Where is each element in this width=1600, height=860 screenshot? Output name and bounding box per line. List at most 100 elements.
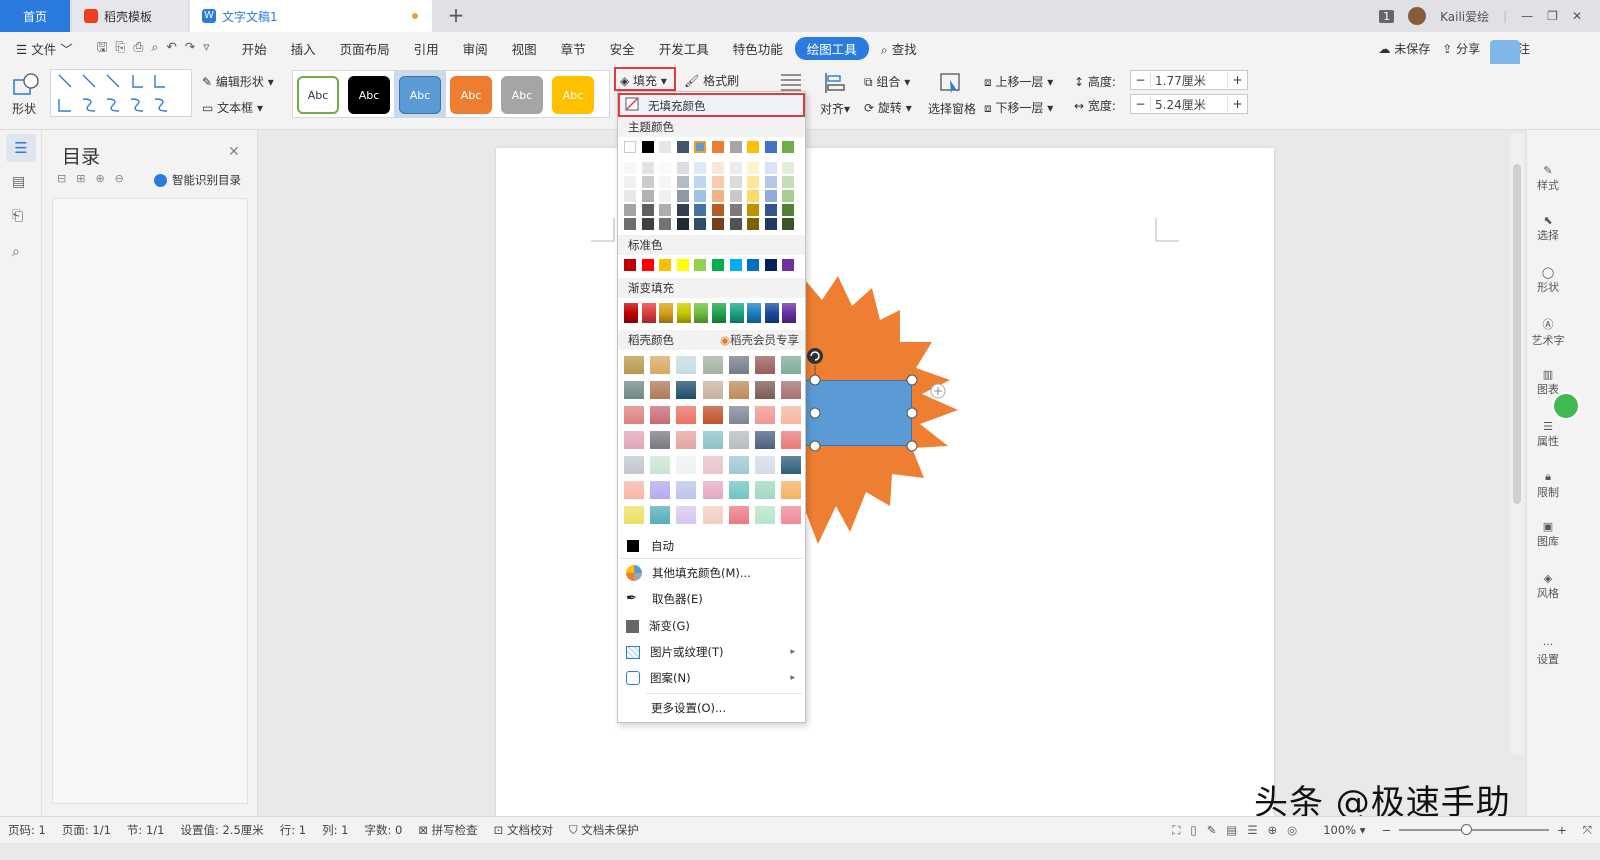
daoke-color-swatch[interactable] <box>676 406 697 424</box>
tab-home[interactable]: 首页 <box>0 0 70 32</box>
theme-shade-swatch[interactable] <box>712 162 724 174</box>
gradient-item[interactable]: 渐变(G) <box>618 614 805 638</box>
status-section[interactable]: 节: 1/1 <box>119 822 173 838</box>
theme-shade-swatch[interactable] <box>659 176 672 188</box>
minimize-icon[interactable]: — <box>1521 9 1533 23</box>
theme-color-swatch[interactable] <box>694 141 707 153</box>
standard-color-swatch[interactable] <box>729 259 742 271</box>
theme-color-swatch[interactable] <box>712 141 724 153</box>
status-pages[interactable]: 页面: 1/1 <box>54 822 119 838</box>
daoke-color-swatch[interactable] <box>624 431 644 449</box>
zoom-in-icon[interactable]: + <box>1549 823 1575 837</box>
theme-color-swatch[interactable] <box>747 141 760 153</box>
menu-insert[interactable]: 插入 <box>279 39 328 58</box>
width-value[interactable]: 5.24厘米 <box>1151 96 1227 113</box>
toc-nav-icon[interactable]: ☰ <box>6 134 36 162</box>
daoke-color-swatch[interactable] <box>755 481 775 499</box>
remove-level-icon[interactable]: ⊖ <box>115 172 124 185</box>
gradient-fill-swatch[interactable] <box>676 303 691 323</box>
align-icon[interactable] <box>824 72 846 94</box>
textbox-button[interactable]: ▭ 文本框 ▾ <box>202 99 263 116</box>
daoke-color-swatch[interactable] <box>650 381 671 399</box>
user-name[interactable]: Kaili爱绘 <box>1440 8 1489 25</box>
menu-page-layout[interactable]: 页面布局 <box>328 39 402 58</box>
status-words[interactable]: 字数: 0 <box>357 822 411 838</box>
theme-shade-swatch[interactable] <box>694 218 707 230</box>
theme-shade-swatch[interactable] <box>764 190 777 202</box>
smart-toc-button[interactable]: 智能识别目录 <box>154 172 241 188</box>
daoke-color-swatch[interactable] <box>702 381 723 399</box>
theme-shade-swatch[interactable] <box>624 162 636 174</box>
daoke-color-swatch[interactable] <box>781 481 802 499</box>
theme-shade-swatch[interactable] <box>764 176 777 188</box>
theme-shade-swatch[interactable] <box>694 190 707 202</box>
tab-daoke-templates[interactable]: 稻壳模板 <box>72 0 188 32</box>
height-field[interactable]: − 1.77厘米 + <box>1130 70 1248 90</box>
gradient-fill-swatch[interactable] <box>764 303 779 323</box>
menu-find[interactable]: ⌕ 查找 <box>869 39 929 58</box>
theme-shade-swatch[interactable] <box>764 162 777 174</box>
theme-shade-swatch[interactable] <box>641 162 654 174</box>
zoom-slider[interactable] <box>1399 824 1550 835</box>
no-fill-item[interactable] <box>618 93 805 117</box>
rail-theme[interactable]: ◈ 风格 <box>1530 572 1566 601</box>
scrollbar-thumb[interactable] <box>1513 164 1521 504</box>
auto-color-item[interactable]: 自动 <box>618 534 805 558</box>
more-fill-colors-item[interactable]: 其他填充颜色(M)... <box>618 561 805 585</box>
daoke-color-swatch[interactable] <box>676 456 697 474</box>
format-brush-button[interactable]: 🖌 格式刷 <box>684 72 739 89</box>
gradient-fill-swatch[interactable] <box>641 303 656 323</box>
eyedropper-item[interactable]: ✒ 取色器(E) <box>618 587 805 611</box>
zoom-level[interactable]: 100% ▾ <box>1315 823 1373 837</box>
theme-shade-swatch[interactable] <box>747 162 760 174</box>
daoke-color-swatch[interactable] <box>755 506 775 524</box>
daoke-color-swatch[interactable] <box>650 431 671 449</box>
height-value[interactable]: 1.77厘米 <box>1151 72 1227 89</box>
theme-color-swatch[interactable] <box>764 141 777 153</box>
theme-shade-swatch[interactable] <box>676 204 689 216</box>
daoke-color-swatch[interactable] <box>676 381 697 399</box>
daoke-color-swatch[interactable] <box>728 431 749 449</box>
daoke-color-swatch[interactable] <box>624 506 644 524</box>
group-button[interactable]: ⧉ 组合 ▾ <box>864 73 910 90</box>
standard-color-swatch[interactable] <box>747 259 760 271</box>
theme-shade-swatch[interactable] <box>782 190 795 202</box>
daoke-color-swatch[interactable] <box>676 431 697 449</box>
collapse-icon[interactable]: ⊞ <box>76 172 85 185</box>
bring-forward-button[interactable]: ⧈ 上移一层 ▾ <box>984 73 1053 90</box>
theme-shade-swatch[interactable] <box>624 204 636 216</box>
file-menu[interactable]: ☰ 文件 ﹀ <box>0 39 85 58</box>
theme-shade-swatch[interactable] <box>782 162 795 174</box>
theme-shade-swatch[interactable] <box>729 204 742 216</box>
more-settings-item[interactable]: 更多设置(O)... <box>618 696 805 720</box>
daoke-color-swatch[interactable] <box>781 456 802 474</box>
select-pane-icon[interactable] <box>940 72 962 94</box>
daoke-color-swatch[interactable] <box>676 481 697 499</box>
daoke-color-swatch[interactable] <box>728 406 749 424</box>
theme-shade-swatch[interactable] <box>659 162 672 174</box>
theme-shade-swatch[interactable] <box>729 190 742 202</box>
tab-document[interactable]: W 文字文稿1 <box>190 0 432 32</box>
edit-shape-button[interactable]: ✎ 编辑形状 ▾ <box>202 73 274 90</box>
daoke-color-swatch[interactable] <box>755 381 775 399</box>
new-tab-button[interactable]: + <box>446 5 466 26</box>
theme-shade-swatch[interactable] <box>641 204 654 216</box>
daoke-color-swatch[interactable] <box>728 381 749 399</box>
theme-shade-swatch[interactable] <box>641 176 654 188</box>
zoom-out-icon[interactable]: − <box>1374 823 1400 837</box>
menu-drawing-tools[interactable]: 绘图工具 <box>794 36 869 60</box>
daoke-color-swatch[interactable] <box>624 456 644 474</box>
select-pane-button[interactable]: 选择窗格 <box>928 100 976 117</box>
style-black[interactable]: Abc <box>348 76 390 114</box>
width-minus-button[interactable]: − <box>1131 97 1151 111</box>
add-level-icon[interactable]: ⊕ <box>95 172 104 185</box>
width-field[interactable]: − 5.24厘米 + <box>1130 94 1248 114</box>
vertical-scrollbar[interactable] <box>1510 134 1524 754</box>
style-blue[interactable]: Abc <box>399 76 441 114</box>
theme-shade-swatch[interactable] <box>747 204 760 216</box>
menu-view[interactable]: 视图 <box>500 39 549 58</box>
daoke-color-swatch[interactable] <box>702 356 723 374</box>
standard-color-swatch[interactable] <box>641 259 654 271</box>
standard-color-swatch[interactable] <box>676 259 689 271</box>
theme-shade-swatch[interactable] <box>782 204 795 216</box>
